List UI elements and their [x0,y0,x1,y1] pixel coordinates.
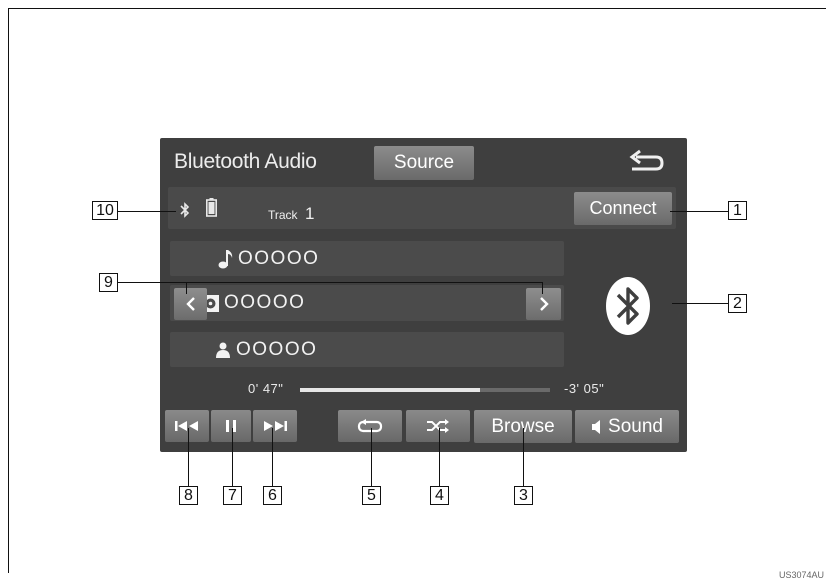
repeat-button[interactable] [338,410,402,442]
track-prefix: Track [268,208,298,222]
callout-7: 7 [223,486,242,505]
callout-line-1 [670,211,728,212]
progress-bar[interactable] [300,388,550,392]
previous-album-button[interactable] [174,288,207,320]
elapsed-time: 0' 47" [248,381,284,396]
image-code: US3074AU [778,570,824,580]
skip-back-icon [175,421,198,431]
previous-track-button[interactable] [165,410,209,442]
callout-line-7 [232,428,233,486]
callout-line-8 [188,428,189,486]
song-title-row: OOOOO [170,241,564,276]
callout-line-9-left [186,282,187,294]
callout-line-2 [672,303,728,304]
repeat-icon [357,419,383,433]
callout-line-5 [371,428,372,486]
callout-1: 1 [728,201,747,220]
pause-icon [226,420,236,432]
next-album-button[interactable] [526,288,561,320]
callout-9: 9 [99,273,118,292]
song-title: OOOOO [238,247,320,269]
shuffle-icon [427,419,449,433]
artist-icon [216,342,230,358]
bluetooth-status-icon [180,202,190,218]
chevron-left-icon [185,297,195,311]
speaker-icon [592,419,601,434]
callout-line-3 [523,428,524,486]
bluetooth-logo-icon [604,276,652,336]
callout-4: 4 [430,486,449,505]
callout-3: 3 [514,486,533,505]
track-info: Track 1 [268,204,314,224]
pause-button-face[interactable] [211,410,251,442]
sound-label: Sound [608,415,663,437]
callout-2: 2 [728,294,747,313]
callout-8: 8 [179,486,198,505]
skip-forward-icon [264,421,287,431]
connect-button[interactable]: Connect [574,192,672,225]
album-name: OOOOO [224,292,306,313]
screen-title: Bluetooth Audio [174,150,317,173]
callout-line-6 [272,428,273,486]
track-number: 1 [305,204,315,223]
source-button[interactable]: Source [374,146,474,180]
album-row: OOOOO [170,285,564,321]
callout-line-9-right [542,282,543,294]
bluetooth-audio-screen: Bluetooth Audio Source Track 1 Connect O… [160,138,687,452]
sound-button[interactable]: Sound [575,410,679,443]
battery-icon [206,198,217,217]
artist-name: OOOOO [236,338,318,360]
artist-row: OOOOO [170,332,564,367]
chevron-right-icon [539,297,549,311]
callout-6: 6 [263,486,282,505]
remaining-time: -3' 05" [564,381,605,396]
callout-10: 10 [92,201,118,220]
callout-line-4 [439,428,440,486]
callout-line-10 [118,211,176,212]
progress-fill [300,388,480,392]
music-note-icon [218,248,234,270]
callout-line-9 [118,282,542,283]
shuffle-button[interactable] [406,410,470,442]
next-track-button[interactable] [253,410,297,442]
back-arrow-icon[interactable] [626,148,666,176]
callout-5: 5 [362,486,381,505]
